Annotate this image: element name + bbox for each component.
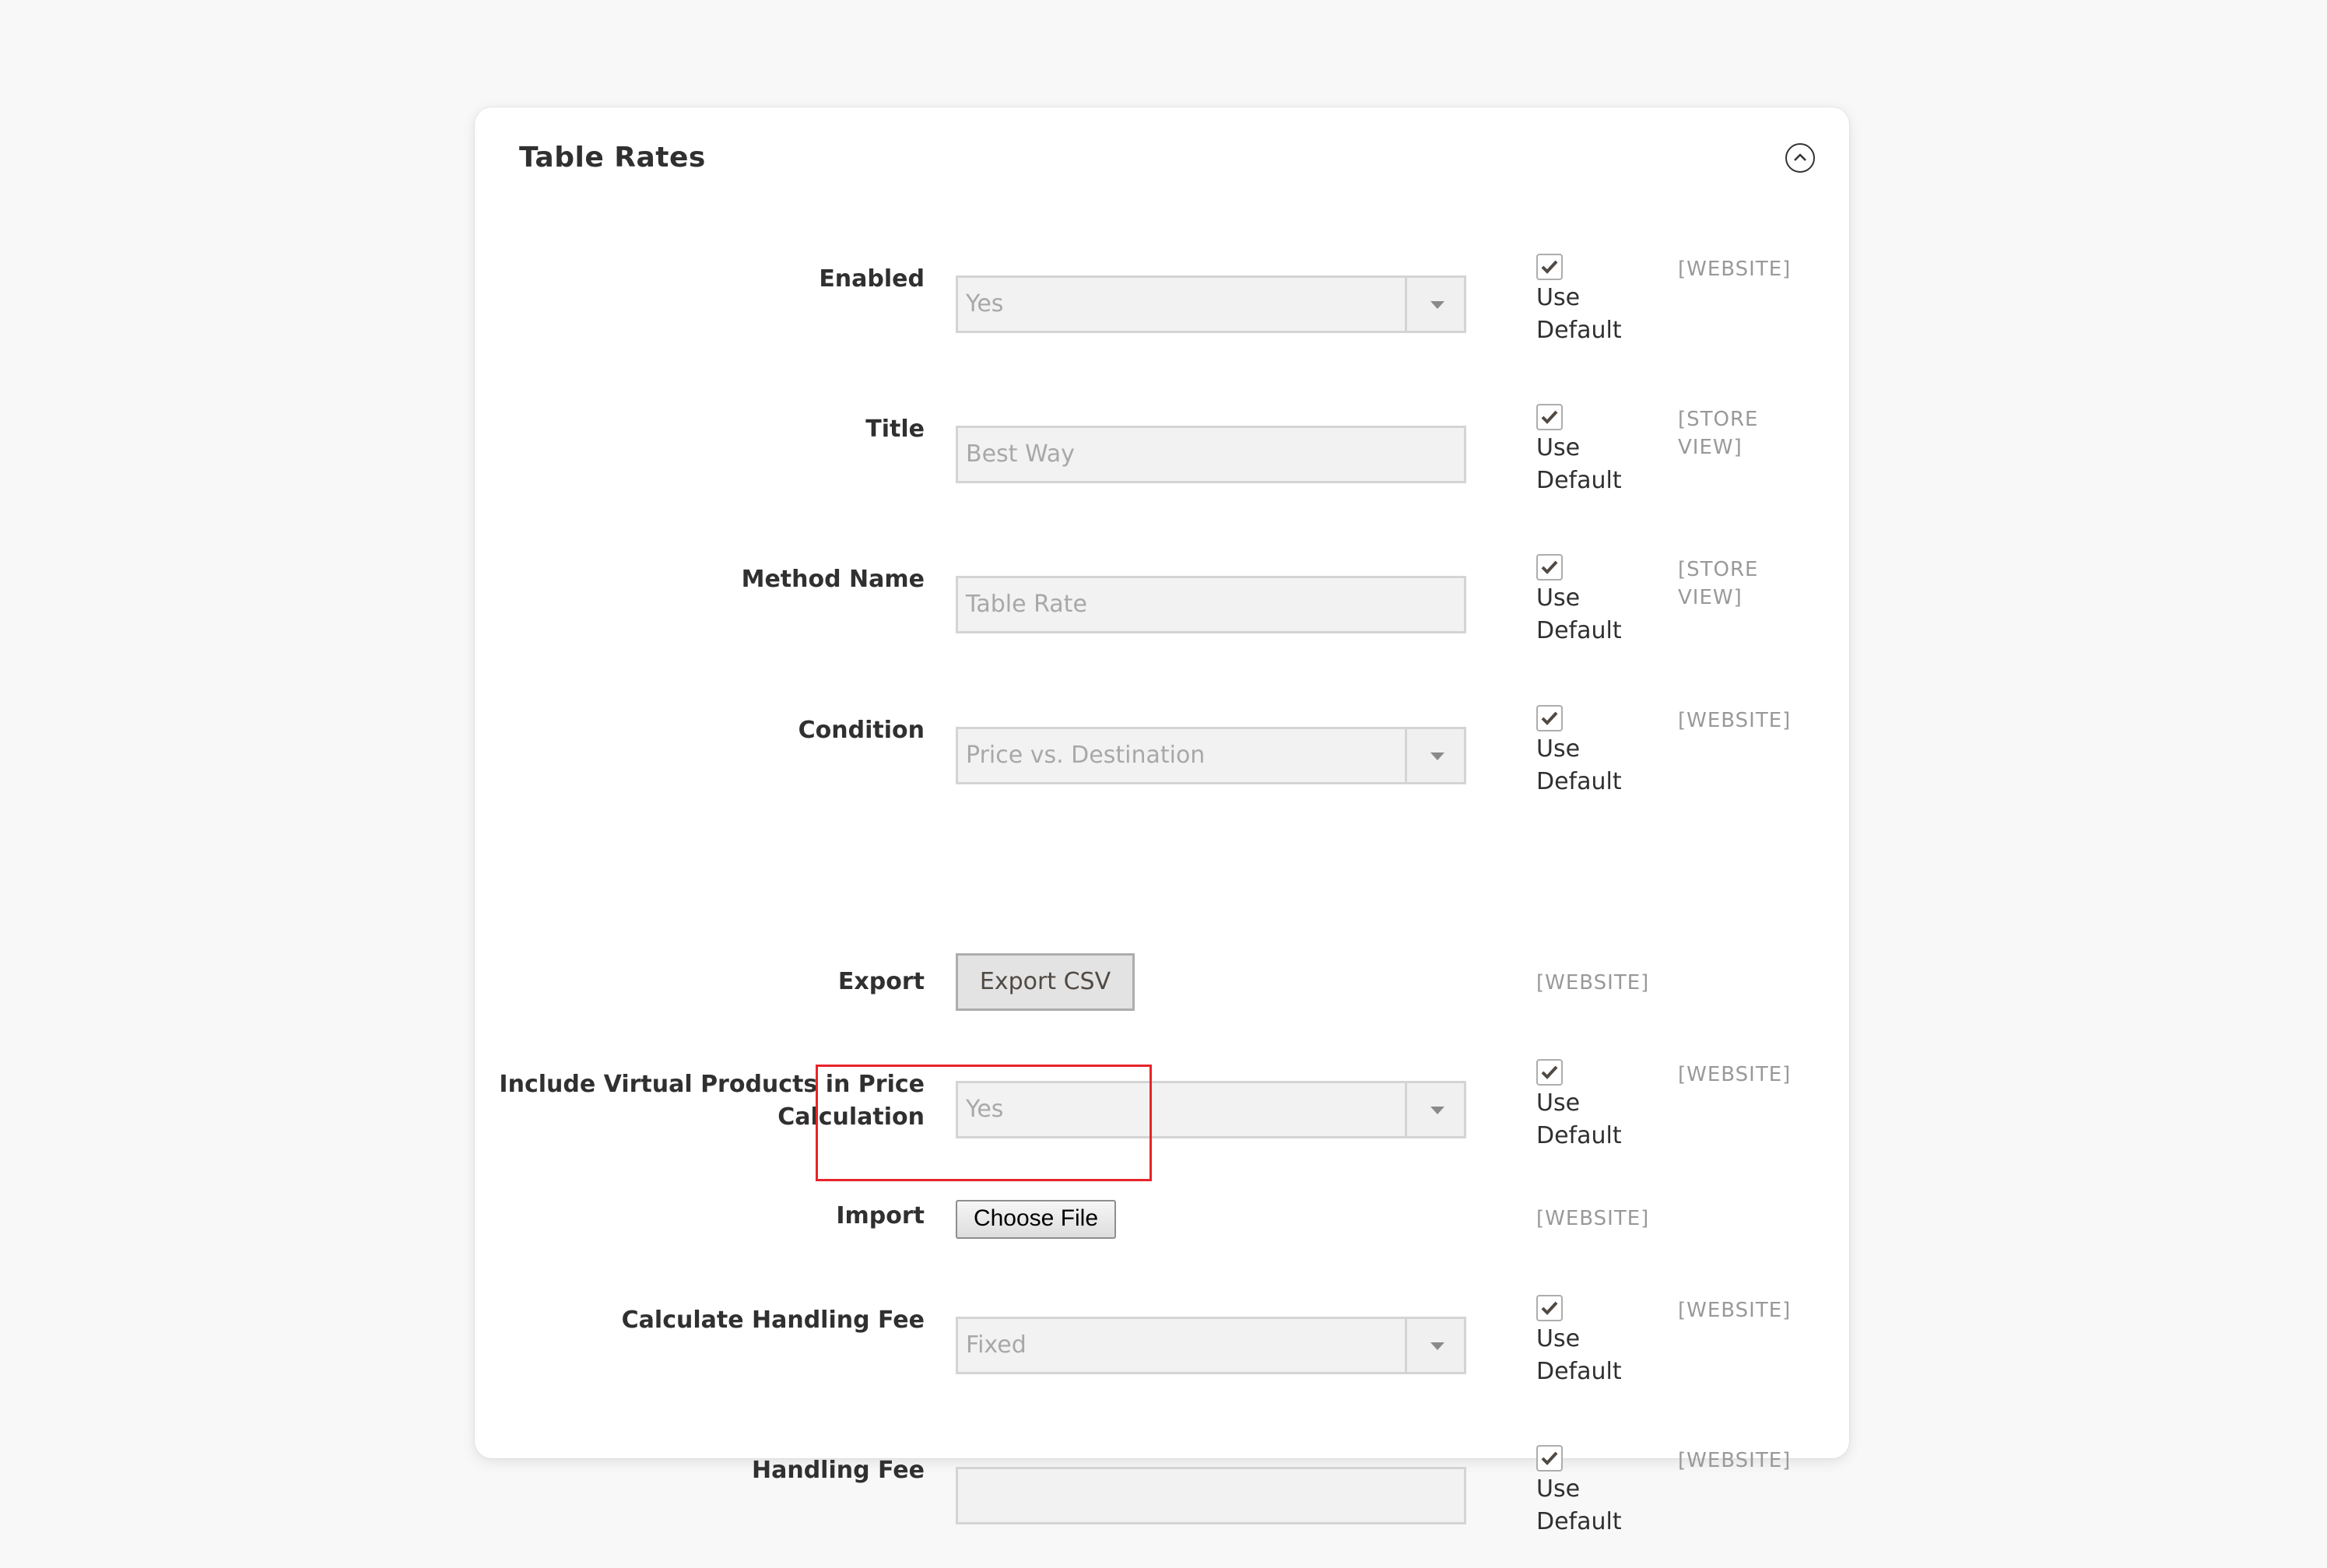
scope-label: [STORE VIEW] [1678, 408, 1759, 459]
use-default: Use Default [1536, 254, 1653, 347]
field-label: Calculate Handling Fee [621, 1307, 925, 1334]
scope-label: [WEBSITE] [1678, 1449, 1792, 1472]
dropdown-arrow[interactable] [1405, 278, 1464, 331]
field-label: Condition [798, 717, 925, 744]
caret-down-icon [1430, 1342, 1444, 1350]
checkmark-icon [1541, 1451, 1558, 1465]
select-value: Price vs. Destination [966, 742, 1206, 769]
use-default: Use Default [1536, 705, 1653, 798]
use-default: Use Default [1536, 1295, 1653, 1388]
use-default: Use Default [1536, 1059, 1653, 1152]
scope-label: [STORE VIEW] [1678, 558, 1759, 609]
title-input[interactable]: Best Way [956, 426, 1466, 483]
dropdown-arrow[interactable] [1405, 729, 1464, 782]
use-default: Use Default [1536, 404, 1653, 497]
use-default-checkbox[interactable] [1536, 1059, 1563, 1086]
checkmark-icon [1541, 410, 1558, 424]
use-default-label: Use Default [1536, 735, 1622, 795]
use-default-checkbox[interactable] [1536, 1445, 1563, 1472]
scope-label: [WEBSITE] [1678, 258, 1792, 281]
use-default-checkbox[interactable] [1536, 554, 1563, 581]
caret-down-icon [1430, 1107, 1444, 1114]
caret-down-icon [1430, 752, 1444, 760]
panel-title: Table Rates [519, 142, 706, 174]
checkmark-icon [1541, 260, 1558, 274]
field-label: Title [865, 416, 925, 443]
calculate-handling-fee-select[interactable]: Fixed [956, 1317, 1466, 1374]
use-default-checkbox[interactable] [1536, 254, 1563, 280]
choose-file-button[interactable]: Choose File [956, 1200, 1116, 1239]
select-value: Yes [966, 1096, 1004, 1123]
use-default: Use Default [1536, 554, 1653, 647]
scope-label: [WEBSITE] [1536, 1207, 1650, 1230]
method-name-input[interactable]: Table Rate [956, 576, 1466, 633]
use-default-label: Use Default [1536, 284, 1622, 344]
use-default: Use Default [1536, 1445, 1653, 1538]
use-default-checkbox[interactable] [1536, 404, 1563, 430]
checkmark-icon [1541, 711, 1558, 725]
export-csv-button[interactable]: Export CSV [956, 953, 1135, 1011]
collapse-button[interactable] [1785, 143, 1815, 173]
use-default-checkbox[interactable] [1536, 1295, 1563, 1321]
use-default-label: Use Default [1536, 1089, 1622, 1149]
field-label: Include Virtual Products in Price Calcula… [499, 1071, 925, 1131]
field-label: Export [837, 968, 925, 995]
use-default-label: Use Default [1536, 434, 1622, 494]
include-virtual-products-select[interactable]: Yes [956, 1081, 1466, 1138]
use-default-label: Use Default [1536, 584, 1622, 644]
chevron-up-icon [1794, 153, 1806, 161]
caret-down-icon [1430, 301, 1444, 309]
input-value: Best Way [966, 440, 1075, 468]
field-label: Method Name [741, 566, 925, 593]
scope-label: [WEBSITE] [1678, 1299, 1792, 1322]
enabled-select[interactable]: Yes [956, 275, 1466, 333]
dropdown-arrow[interactable] [1405, 1319, 1464, 1372]
field-label: Handling Fee [752, 1457, 925, 1484]
field-label: Import [836, 1202, 925, 1229]
scope-label: [WEBSITE] [1678, 1063, 1792, 1086]
condition-select[interactable]: Price vs. Destination [956, 727, 1466, 784]
handling-fee-input[interactable] [956, 1467, 1466, 1524]
scope-label: [WEBSITE] [1678, 709, 1792, 732]
use-default-label: Use Default [1536, 1325, 1622, 1385]
checkmark-icon [1541, 1065, 1558, 1079]
use-default-label: Use Default [1536, 1475, 1622, 1535]
field-label: Enabled [819, 265, 925, 293]
input-value: Table Rate [966, 591, 1087, 618]
select-value: Yes [966, 290, 1004, 317]
dropdown-arrow[interactable] [1405, 1083, 1464, 1136]
use-default-checkbox[interactable] [1536, 705, 1563, 731]
select-value: Fixed [966, 1331, 1027, 1359]
checkmark-icon [1541, 560, 1558, 574]
table-rates-panel: Table Rates Enabled Yes Use Default [WEBS… [475, 107, 1849, 1535]
checkmark-icon [1541, 1301, 1558, 1315]
scope-label: [WEBSITE] [1536, 971, 1650, 994]
